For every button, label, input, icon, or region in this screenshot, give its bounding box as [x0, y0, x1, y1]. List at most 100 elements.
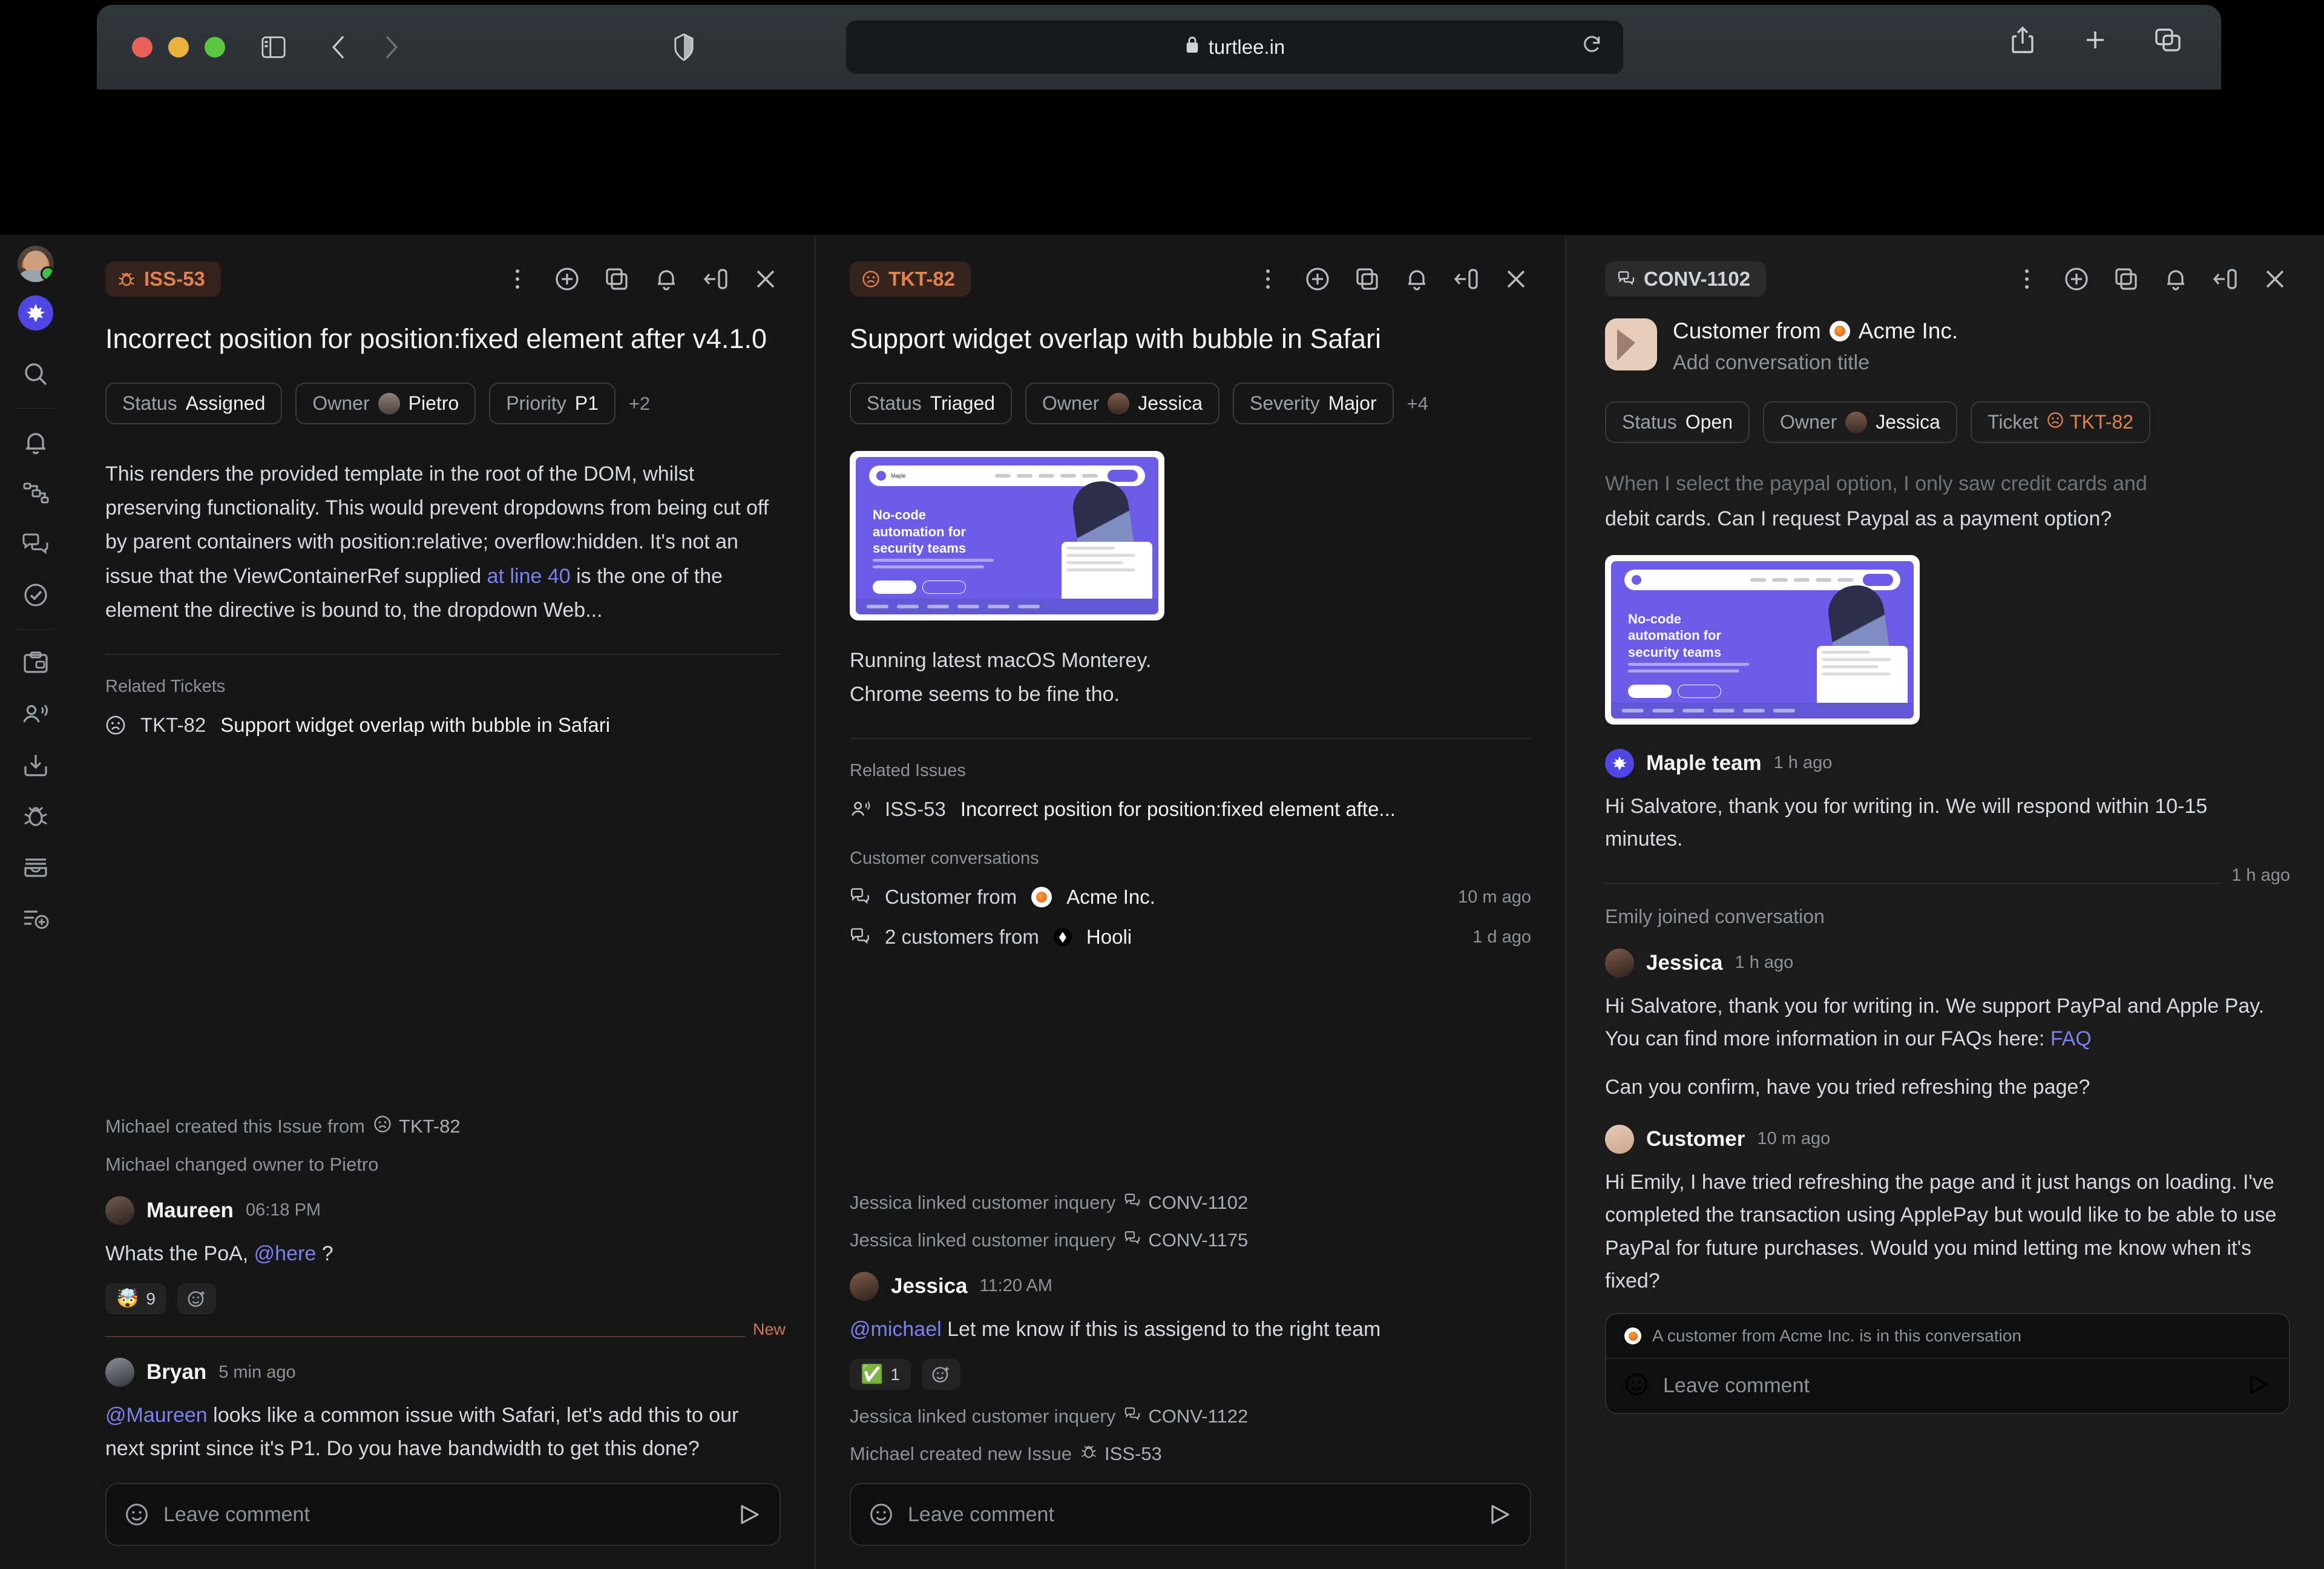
activity-ref[interactable]: CONV-1122 [1124, 1406, 1248, 1427]
archive-icon[interactable] [10, 841, 61, 892]
copy-icon[interactable] [1352, 264, 1382, 294]
chevron-right-icon[interactable] [372, 28, 410, 67]
browser-right-actions[interactable] [2003, 21, 2187, 59]
bell-icon[interactable] [651, 264, 681, 294]
emoji-icon[interactable] [1624, 1372, 1649, 1400]
more-icon[interactable] [502, 264, 533, 294]
customer-icon[interactable] [10, 689, 61, 740]
issue-badge[interactable]: ISS-53 [105, 262, 221, 297]
chips-more-count[interactable]: +4 [1407, 393, 1428, 415]
bell-icon[interactable] [1402, 264, 1432, 294]
flow-icon[interactable] [10, 468, 61, 519]
chip-status[interactable]: Status Triaged [850, 383, 1013, 425]
related-ticket-row[interactable]: TKT-82 Support widget overlap with bubbl… [105, 714, 781, 737]
team-maple-icon[interactable] [18, 295, 53, 331]
window-controls[interactable] [132, 37, 225, 58]
reaction-chip[interactable]: ✅ 1 [850, 1359, 911, 1390]
comment-input[interactable]: Leave comment [1663, 1374, 2232, 1398]
inbox-download-icon[interactable] [10, 740, 61, 791]
sidebar-toggle-icon[interactable] [254, 28, 293, 67]
chip-status[interactable]: Status Assigned [105, 383, 283, 425]
activity-ref[interactable]: CONV-1175 [1124, 1229, 1248, 1251]
bug-icon[interactable] [10, 791, 61, 841]
collapse-icon[interactable] [1451, 264, 1482, 294]
conversation-composer[interactable]: A customer from Acme Inc. is in this con… [1605, 1313, 2290, 1415]
copy-icon[interactable] [602, 264, 632, 294]
customer-conversation-row[interactable]: Customer from Acme Inc. 10 m ago [850, 886, 1531, 909]
address-bar[interactable]: turtlee.in [846, 21, 1623, 74]
comment-composer[interactable]: Leave comment [105, 1483, 781, 1546]
mention[interactable]: @here [254, 1242, 317, 1265]
navigation-buttons[interactable] [320, 28, 410, 67]
issue-description-link[interactable]: at line 40 [487, 565, 571, 588]
attachment-screenshot[interactable]: No-code automation for security teams [1605, 554, 1920, 725]
more-icon[interactable] [1253, 264, 1283, 294]
message-body-before: Hi Salvatore, thank you for writing in. … [1605, 994, 2265, 1050]
add-icon[interactable] [1302, 264, 1333, 294]
activity-ref[interactable]: CONV-1102 [1124, 1192, 1248, 1214]
customer-conversation-row[interactable]: 2 customers from Hooli 1 d ago [850, 926, 1531, 949]
mention[interactable]: @Maureen [105, 1404, 208, 1427]
collapse-icon[interactable] [2210, 264, 2240, 294]
issue-panel-actions[interactable] [502, 264, 781, 294]
more-icon[interactable] [2012, 264, 2042, 294]
send-icon[interactable] [1488, 1502, 1512, 1527]
add-icon[interactable] [2061, 264, 2092, 294]
activity-event-created-ref[interactable]: TKT-82 [373, 1115, 461, 1138]
chevron-left-icon[interactable] [320, 28, 358, 67]
maximize-window-button[interactable] [205, 37, 225, 58]
check-circle-icon[interactable] [10, 570, 61, 620]
ticket-badge[interactable]: TKT-82 [850, 262, 971, 297]
share-icon[interactable] [2003, 21, 2042, 59]
conversation-panel-actions[interactable] [2012, 264, 2290, 294]
minimize-window-button[interactable] [168, 37, 189, 58]
emoji-icon[interactable] [125, 1502, 149, 1527]
chat-icon[interactable] [10, 519, 61, 570]
collapse-icon[interactable] [701, 264, 731, 294]
chip-severity[interactable]: Severity Major [1232, 383, 1394, 425]
preview-headline-l1: No-code [1628, 611, 1681, 627]
conversation-badge[interactable]: CONV-1102 [1605, 262, 1767, 297]
conversation-subtitle-input[interactable]: Add conversation title [1673, 351, 1958, 375]
attachment-screenshot[interactable]: Maple No-code automation for security te… [850, 451, 1164, 621]
send-icon[interactable] [737, 1502, 761, 1527]
tab-overview-icon[interactable] [2148, 21, 2187, 59]
activity-ref[interactable]: ISS-53 [1080, 1443, 1162, 1465]
send-icon[interactable] [2247, 1372, 2271, 1400]
mention[interactable]: @michael [850, 1318, 942, 1341]
bell-icon[interactable] [10, 417, 61, 468]
chips-more-count[interactable]: +2 [629, 393, 650, 415]
add-icon[interactable] [552, 264, 582, 294]
chip-status[interactable]: Status Open [1605, 401, 1750, 443]
faq-link[interactable]: FAQ [2050, 1027, 2092, 1050]
copy-icon[interactable] [2111, 264, 2141, 294]
clipboard-icon[interactable] [10, 638, 61, 689]
add-reaction-icon[interactable] [177, 1283, 216, 1315]
comment-composer[interactable]: Leave comment [850, 1483, 1531, 1546]
chip-owner[interactable]: Owner Pietro [295, 383, 476, 425]
close-icon[interactable] [2260, 264, 2290, 294]
comment-input[interactable]: Leave comment [163, 1503, 723, 1527]
comment-input[interactable]: Leave comment [908, 1503, 1473, 1527]
ticket-panel-actions[interactable] [1253, 264, 1531, 294]
composer-input-row[interactable]: Leave comment [1606, 1359, 2289, 1413]
reload-icon[interactable] [1582, 34, 1603, 61]
bell-icon[interactable] [2161, 264, 2191, 294]
search-icon[interactable] [10, 349, 61, 400]
chip-owner[interactable]: Owner Jessica [1025, 383, 1219, 425]
chip-ticket[interactable]: Ticket TKT-82 [1970, 401, 2151, 443]
close-icon[interactable] [1501, 264, 1531, 294]
message-author: Jessica [1646, 950, 1723, 975]
chip-priority[interactable]: Priority P1 [489, 383, 615, 425]
plus-icon[interactable] [2076, 21, 2115, 59]
emoji-icon[interactable] [869, 1502, 893, 1527]
list-add-icon[interactable] [10, 892, 61, 943]
shield-icon[interactable] [665, 28, 703, 67]
reaction-chip[interactable]: 🤯 9 [105, 1283, 166, 1315]
related-issue-row[interactable]: ISS-53 Incorrect position for position:f… [850, 798, 1531, 821]
avatar[interactable] [18, 246, 54, 282]
close-window-button[interactable] [132, 37, 153, 58]
close-icon[interactable] [750, 264, 781, 294]
chip-owner[interactable]: Owner Jessica [1763, 401, 1957, 443]
add-reaction-icon[interactable] [921, 1359, 960, 1390]
